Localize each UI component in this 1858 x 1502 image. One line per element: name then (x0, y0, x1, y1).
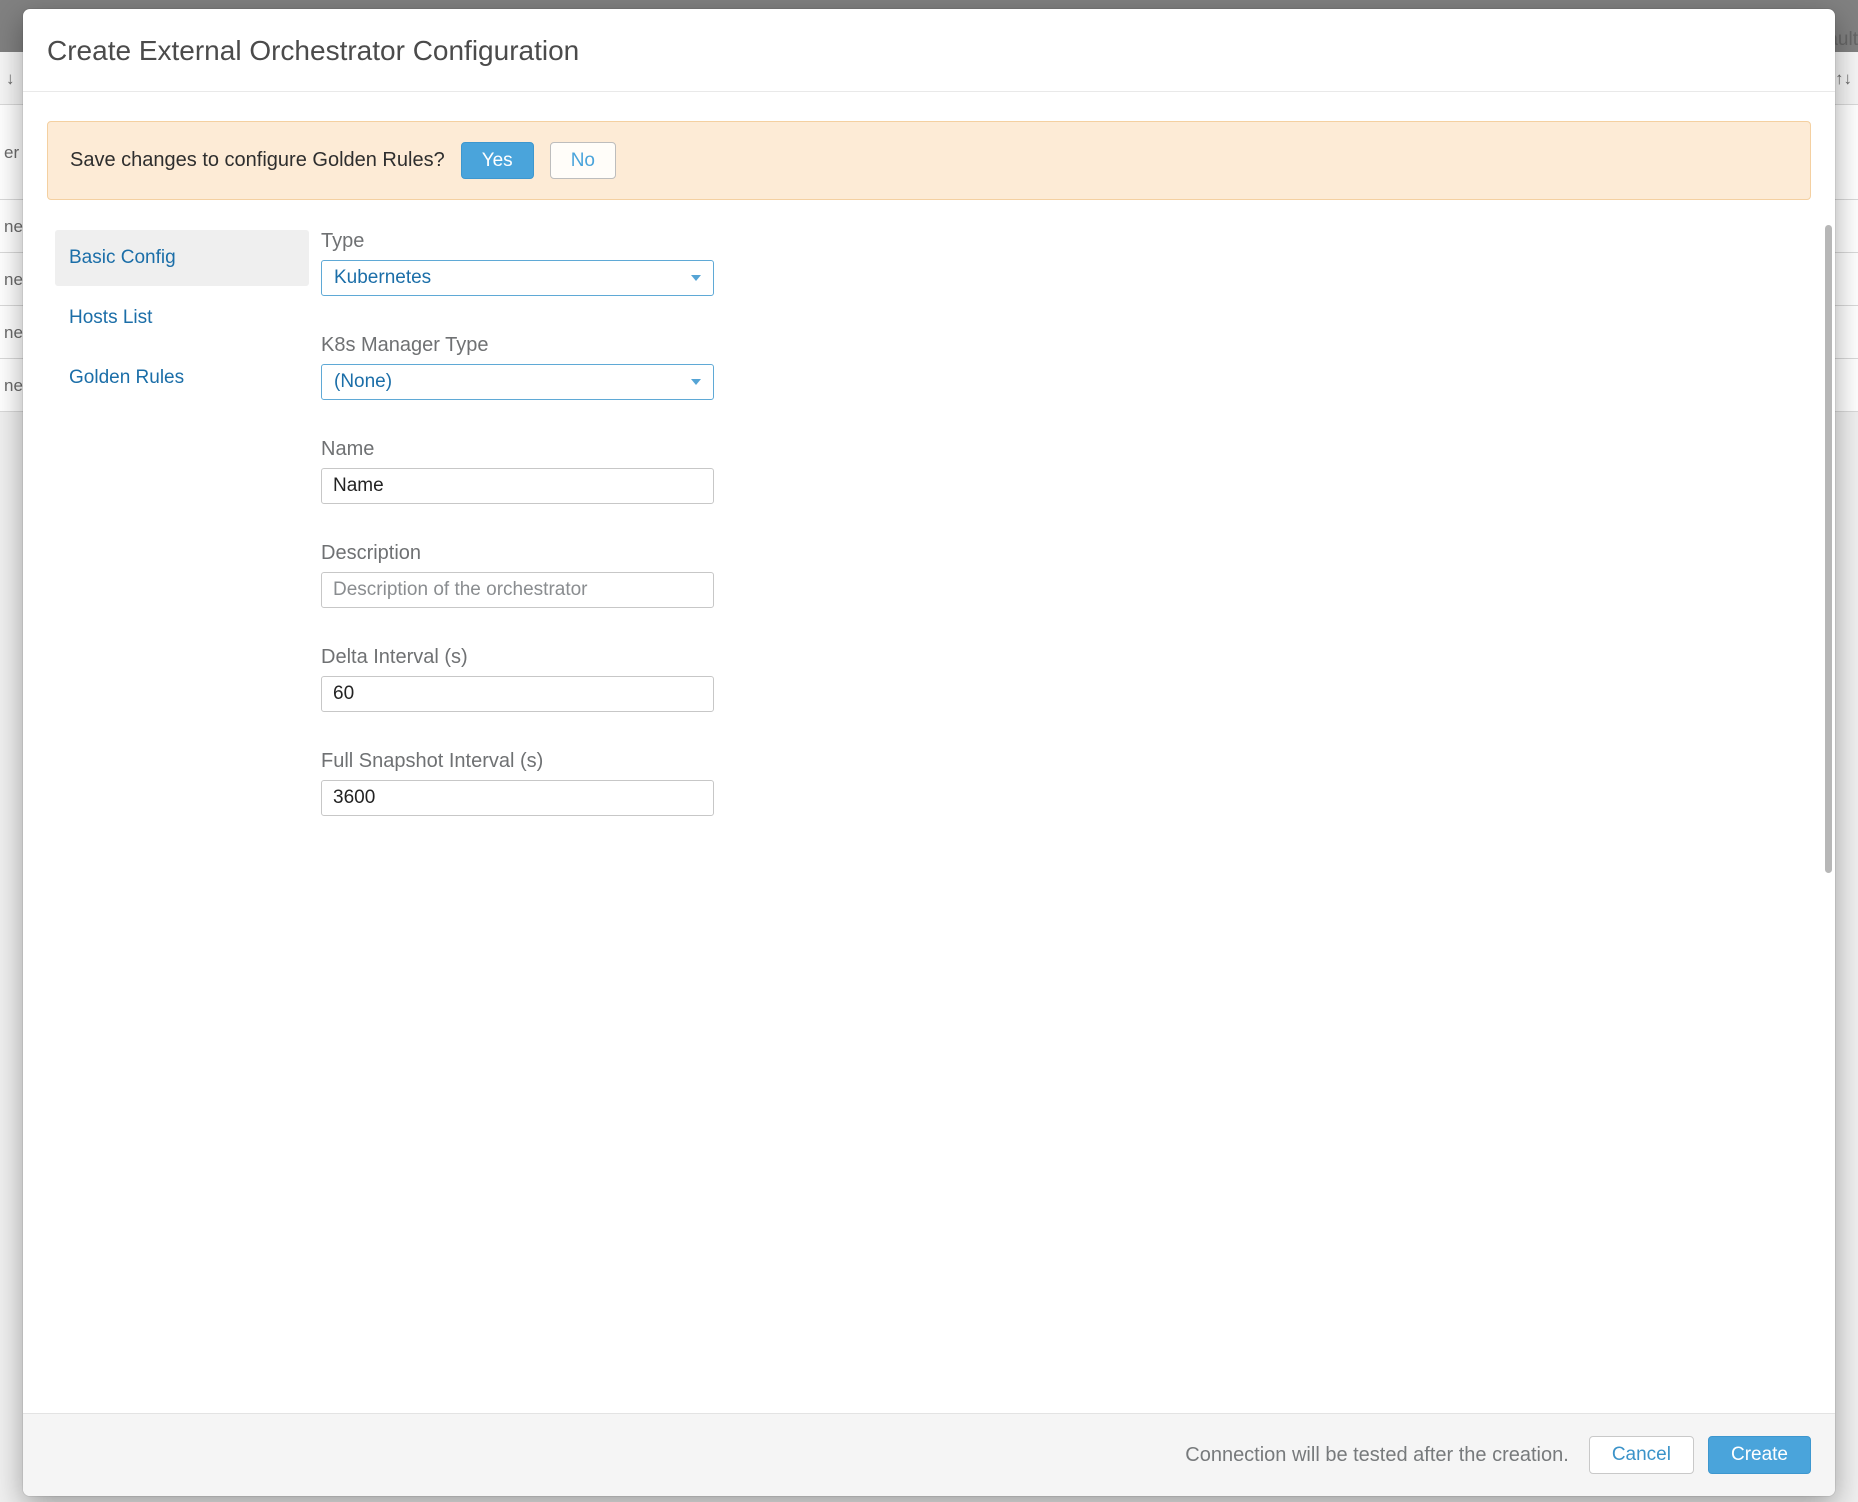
label-description: Description (321, 542, 1803, 565)
modal-title: Create External Orchestrator Configurati… (47, 35, 1811, 67)
create-button[interactable]: Create (1708, 1436, 1811, 1474)
label-type: Type (321, 230, 1803, 253)
sidebar-item-golden-rules[interactable]: Golden Rules (55, 350, 309, 406)
field-description: Description (321, 542, 1803, 608)
field-delta-interval: Delta Interval (s) (321, 646, 1803, 712)
select-k8s-manager-type[interactable]: (None) (321, 364, 714, 400)
golden-rules-alert: Save changes to configure Golden Rules? … (47, 121, 1811, 200)
field-name: Name (321, 438, 1803, 504)
select-type[interactable]: Kubernetes (321, 260, 714, 296)
field-type: Type Kubernetes (321, 230, 1803, 296)
sort-icon: ↑↓ (1835, 52, 1852, 105)
form-area: Type Kubernetes K8s Manager Type (None) (309, 230, 1811, 1413)
modal-body: Basic Config Hosts List Golden Rules Typ… (23, 200, 1835, 1413)
sidebar-item-label: Basic Config (69, 247, 176, 269)
modal-dialog: Create External Orchestrator Configurati… (23, 9, 1835, 1496)
input-delta-interval[interactable] (321, 676, 714, 712)
sidebar-item-label: Hosts List (69, 307, 152, 329)
sort-icon: ↓ (6, 52, 15, 105)
input-full-snapshot-interval[interactable] (321, 780, 714, 816)
input-description[interactable] (321, 572, 714, 608)
chevron-down-icon (691, 275, 701, 281)
field-k8s-manager-type: K8s Manager Type (None) (321, 334, 1803, 400)
chevron-down-icon (691, 379, 701, 385)
alert-text: Save changes to configure Golden Rules? (70, 149, 445, 172)
field-full-snapshot-interval: Full Snapshot Interval (s) (321, 750, 1803, 816)
select-k8s-manager-type-value: (None) (334, 371, 392, 393)
modal-footer: Connection will be tested after the crea… (23, 1413, 1835, 1496)
label-full-snapshot-interval: Full Snapshot Interval (s) (321, 750, 1803, 773)
config-sidebar: Basic Config Hosts List Golden Rules (47, 230, 309, 1413)
footer-note: Connection will be tested after the crea… (1185, 1444, 1569, 1467)
label-name: Name (321, 438, 1803, 461)
alert-yes-button[interactable]: Yes (461, 142, 534, 179)
sidebar-item-label: Golden Rules (69, 367, 184, 389)
sidebar-item-hosts-list[interactable]: Hosts List (55, 290, 309, 346)
input-name[interactable] (321, 468, 714, 504)
sidebar-item-basic-config[interactable]: Basic Config (55, 230, 309, 286)
alert-no-button[interactable]: No (550, 142, 616, 179)
select-type-value: Kubernetes (334, 267, 431, 289)
label-delta-interval: Delta Interval (s) (321, 646, 1803, 669)
modal-header: Create External Orchestrator Configurati… (23, 9, 1835, 92)
cancel-button[interactable]: Cancel (1589, 1436, 1694, 1474)
label-k8s-manager-type: K8s Manager Type (321, 334, 1803, 357)
